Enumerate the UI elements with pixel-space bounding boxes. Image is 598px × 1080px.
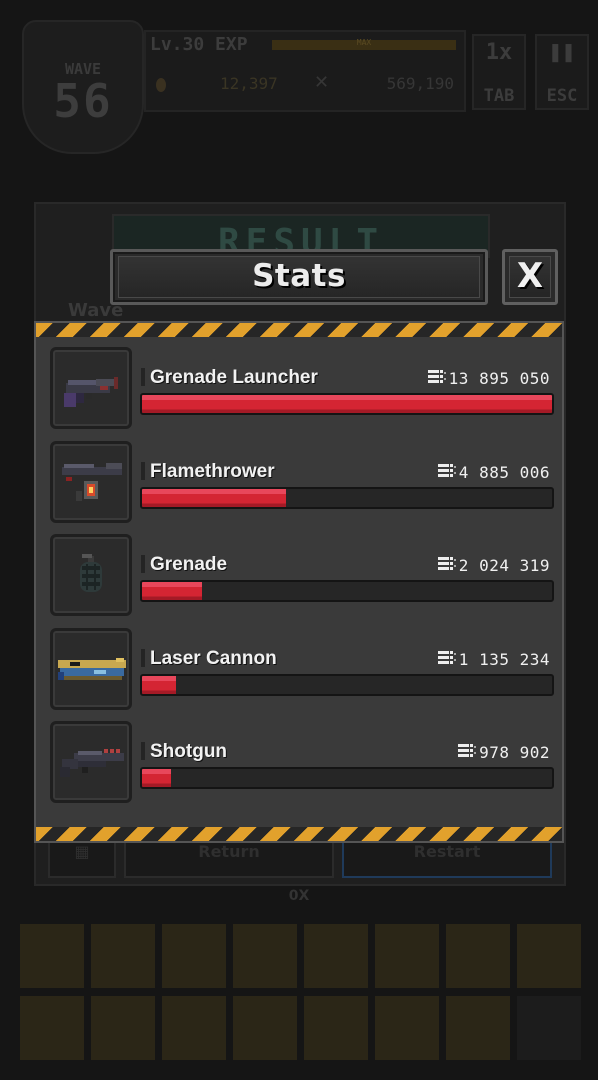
close-icon: X	[516, 256, 544, 296]
damage-readout: 978 902	[458, 742, 550, 763]
weapon-stat-row: Flamethrower 4 885 006	[50, 441, 554, 525]
speed-multiplier-label: 0X	[288, 888, 310, 904]
damage-value: 13 895 050	[448, 369, 550, 388]
weapon-stat-row: Shotgun 978 902	[50, 721, 554, 805]
menu-icon: ▦	[74, 842, 90, 861]
weapon-slot	[20, 996, 84, 1060]
weapon-slot	[517, 924, 581, 988]
weapon-slot	[20, 924, 84, 988]
kills-icon: ✕	[314, 72, 330, 93]
damage-readout: 2 024 319	[437, 555, 550, 576]
player-status-bar: Lv.30 EXP MAX 12,397 ✕ 569,190	[144, 30, 466, 112]
pause-key-label: ESC	[546, 86, 578, 106]
damage-bar-fill	[142, 489, 287, 507]
restart-button-label: Restart	[413, 842, 481, 861]
weapon-slot	[517, 996, 581, 1060]
damage-icon	[437, 650, 458, 670]
weapon-name: Grenade Launcher	[150, 367, 318, 388]
restart-button[interactable]: Restart	[342, 838, 552, 878]
kill-count: 569,190	[386, 74, 454, 93]
damage-bar	[140, 674, 554, 696]
damage-readout: 4 885 006	[437, 462, 550, 483]
stats-title: Stats	[252, 258, 346, 294]
damage-icon	[458, 743, 478, 763]
name-marker	[141, 368, 145, 386]
speed-button[interactable]: 1x TAB	[472, 34, 526, 110]
weapon-slot	[91, 924, 155, 988]
weapon-name: Flamethrower	[150, 461, 275, 482]
damage-bar	[140, 393, 554, 415]
exp-max-label: MAX	[356, 38, 372, 47]
weapon-slot	[233, 996, 297, 1060]
weapon-slot	[446, 924, 510, 988]
close-button[interactable]: X	[502, 249, 558, 305]
stats-panel: Grenade Launcher 13 895 050 Flamethrower 4 …	[34, 321, 564, 843]
weapon-name: Shotgun	[150, 741, 228, 762]
wave-number: 56	[53, 74, 113, 128]
level-text: Lv.30	[150, 34, 205, 55]
pause-icon: ❚❚	[548, 40, 576, 65]
weapon-slot	[233, 924, 297, 988]
weapon-name: Grenade	[150, 554, 228, 575]
damage-value: 4 885 006	[458, 463, 550, 482]
pause-button[interactable]: ❚❚ ESC	[535, 34, 589, 110]
weapon-icon-box	[50, 347, 132, 429]
speed-button-label: 1x	[485, 40, 513, 65]
damage-value: 978 902	[479, 743, 550, 762]
damage-icon	[437, 556, 458, 576]
name-marker	[141, 555, 145, 573]
damage-bar-fill	[142, 769, 171, 787]
hazard-stripe-bottom	[36, 827, 562, 841]
weapon-slot	[375, 996, 439, 1060]
stats-header: Stats	[110, 249, 488, 305]
weapon-slot	[375, 924, 439, 988]
wave-badge: WAVE 56	[22, 20, 144, 154]
damage-bar	[140, 767, 554, 789]
damage-readout: 13 895 050	[427, 368, 550, 389]
name-marker	[141, 462, 145, 480]
resource-row: 12,397 ✕ 569,190	[146, 72, 464, 98]
weapon-name: Laser Cannon	[150, 648, 277, 669]
level-label: Lv.30 EXP	[150, 34, 248, 55]
damage-bar	[140, 580, 554, 602]
name-marker	[141, 742, 145, 760]
damage-bar-fill	[142, 582, 202, 600]
weapon-icon-box	[50, 628, 132, 710]
weapon-slot	[91, 996, 155, 1060]
weapon-icon-box	[50, 441, 132, 523]
menu-button[interactable]: ▦	[48, 838, 116, 878]
weapon-slot	[304, 996, 368, 1060]
damage-bar-fill	[142, 395, 552, 413]
gold-coin-icon	[156, 78, 166, 92]
weapon-stat-row: Laser Cannon 1 135 234	[50, 628, 554, 712]
weapon-stat-row: Grenade Launcher 13 895 050	[50, 347, 554, 431]
damage-value: 2 024 319	[458, 556, 550, 575]
damage-readout: 1 135 234	[437, 649, 550, 670]
damage-bar-fill	[142, 676, 176, 694]
return-button-label: Return	[198, 842, 260, 861]
return-button[interactable]: Return	[124, 838, 334, 878]
damage-value: 1 135 234	[458, 650, 550, 669]
weapon-slot	[162, 924, 226, 988]
weapon-slot	[162, 996, 226, 1060]
damage-icon	[437, 463, 458, 483]
weapon-icon-box	[50, 721, 132, 803]
gold-count: 12,397	[220, 74, 278, 93]
weapon-slot	[304, 924, 368, 988]
weapon-icon-box	[50, 534, 132, 616]
speed-key-label: TAB	[483, 86, 515, 106]
exp-label: EXP	[215, 34, 248, 55]
damage-icon	[427, 369, 448, 389]
hazard-stripe-top	[36, 323, 562, 337]
damage-bar	[140, 487, 554, 509]
weapon-slot	[446, 996, 510, 1060]
weapon-stat-row: Grenade 2 024 319	[50, 534, 554, 618]
name-marker	[141, 649, 145, 667]
exp-bar: MAX	[272, 38, 456, 50]
